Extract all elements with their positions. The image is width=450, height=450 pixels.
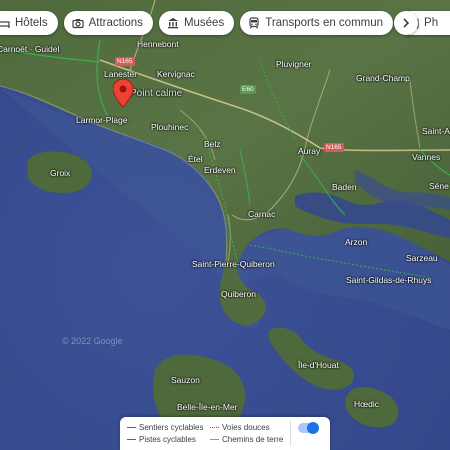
legend-swatch bbox=[127, 439, 136, 440]
place-label: Groix bbox=[50, 168, 71, 178]
place-label: Pluvigner bbox=[276, 59, 312, 69]
place-label: Saint-Pierre-Quiberon bbox=[192, 259, 275, 269]
legend-item: Voies douces bbox=[210, 423, 270, 432]
place-label: Île-d'Houat bbox=[298, 360, 339, 370]
place-label: Séne bbox=[429, 181, 449, 191]
legend-item: Chemins de terre bbox=[210, 435, 283, 444]
chip-attractions[interactable]: Attractions bbox=[63, 11, 153, 35]
place-label: Belle-Île-en-Mer bbox=[177, 402, 238, 412]
place-label: Belz bbox=[204, 139, 221, 149]
place-label: Arzon bbox=[345, 237, 368, 247]
transit-icon bbox=[248, 17, 260, 29]
place-label: Saint-Av bbox=[422, 126, 450, 136]
location-pin-icon[interactable] bbox=[113, 79, 133, 107]
legend-swatch bbox=[210, 439, 219, 440]
chip-label: Attractions bbox=[88, 17, 143, 29]
legend-item: Sentiers cyclables bbox=[127, 423, 203, 432]
place-label: Sarzeau bbox=[406, 253, 438, 263]
chevron-right-icon bbox=[401, 18, 411, 28]
place-label: Point calme bbox=[130, 88, 183, 99]
chip-label: Ph bbox=[424, 17, 439, 29]
place-label: Quiberon bbox=[221, 289, 256, 299]
legend-divider bbox=[290, 421, 291, 446]
place-label: Larmor-Plage bbox=[76, 115, 128, 125]
bike-layer-legend: Sentiers cyclables Voies douces Pistes c… bbox=[120, 417, 330, 450]
place-label: Vannes bbox=[412, 152, 441, 162]
chip-museums[interactable]: Musées bbox=[158, 11, 235, 35]
place-label: Hœdic bbox=[354, 399, 380, 409]
place-label: Hennebont bbox=[137, 39, 179, 49]
place-label: Grand-Champ bbox=[356, 73, 410, 83]
bike-layer-toggle[interactable] bbox=[298, 422, 319, 434]
road-shield: N165 bbox=[324, 143, 344, 152]
place-label: Auray bbox=[298, 146, 321, 156]
place-label: Carnac bbox=[248, 209, 276, 219]
museum-icon bbox=[167, 17, 179, 29]
chips-scroll-right-button[interactable] bbox=[394, 11, 418, 35]
camera-icon bbox=[72, 17, 84, 29]
place-label: Plouhinec bbox=[151, 122, 189, 132]
place-label: Étel bbox=[188, 154, 203, 164]
chip-hotels[interactable]: Hôtels bbox=[0, 11, 58, 35]
chip-transit[interactable]: Transports en commun bbox=[240, 11, 394, 35]
road-shield: E60 bbox=[240, 85, 256, 94]
chip-label: Hôtels bbox=[15, 17, 48, 29]
place-label: Erdeven bbox=[204, 165, 236, 175]
place-label: Lanester bbox=[104, 69, 138, 79]
toggle-knob bbox=[307, 422, 319, 434]
chip-label: Musées bbox=[183, 17, 225, 29]
place-label: Sauzon bbox=[171, 375, 200, 385]
legend-item: Pistes cyclables bbox=[127, 435, 196, 444]
satellite-map[interactable] bbox=[0, 0, 450, 450]
chip-label: Transports en commun bbox=[265, 17, 384, 29]
place-label: Saint-Gildas-de-Rhuys bbox=[346, 275, 432, 285]
place-label: Carnoët · Guidel bbox=[0, 44, 60, 54]
legend-swatch bbox=[210, 427, 219, 428]
filter-chip-bar: Hôtels Attractions Musées Transports en … bbox=[0, 11, 450, 35]
bed-icon bbox=[0, 17, 10, 29]
road-shield: N165 bbox=[115, 57, 135, 66]
place-label: Baden bbox=[332, 182, 357, 192]
legend-swatch bbox=[127, 427, 136, 428]
place-label: Kervignac bbox=[157, 69, 195, 79]
map-copyright: © 2022 Google bbox=[62, 336, 123, 346]
